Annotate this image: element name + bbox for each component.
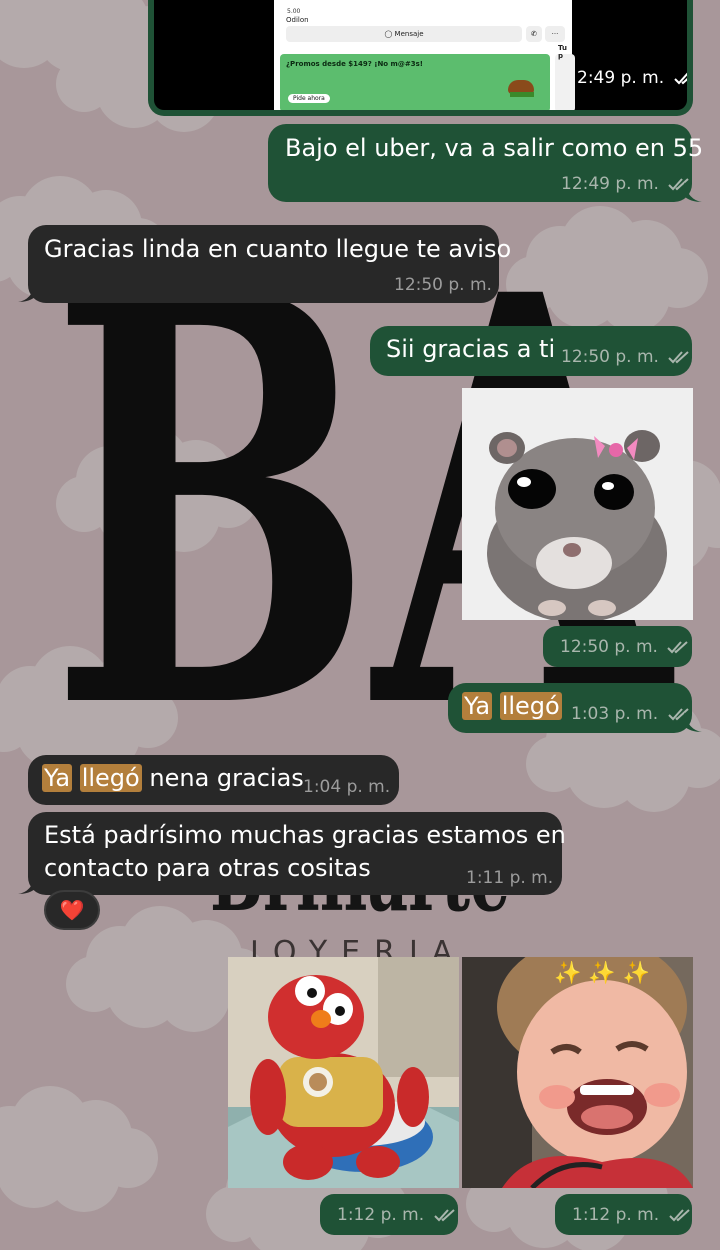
bubble-tail — [18, 282, 36, 302]
message-time: 12:50 p. m. — [560, 637, 658, 657]
message-time: 12:49 p. m. — [561, 174, 659, 194]
message-outgoing-screenshot[interactable]: 5.00 Odilon ◯ Mensaje ✆ ··· ¿Promos desd… — [148, 0, 693, 116]
gif-meta: 1:12 p. m. — [320, 1194, 458, 1235]
gif-meta: 1:12 p. m. — [555, 1194, 692, 1235]
message-time: 1:03 p. m. — [571, 704, 659, 724]
message-text-line2: contacto para otras cositas — [44, 854, 371, 882]
baby-icon — [462, 957, 693, 1188]
sparkles-icon: ✨ ✨ ✨ — [554, 961, 651, 986]
phone-icon-mock: ✆ — [526, 26, 542, 42]
rating-text: 5.00 — [287, 8, 301, 15]
message-text: Gracias linda en cuanto llegue te aviso — [44, 235, 512, 263]
search-highlight: llegó — [79, 764, 142, 792]
bubble-tail — [18, 874, 36, 894]
read-ticks-icon — [668, 351, 690, 364]
message-text-line1: Está padrísimo muchas gracias estamos en — [44, 821, 566, 849]
read-ticks-icon — [673, 72, 687, 85]
read-ticks-icon — [667, 641, 689, 654]
promo-card-cut: Tu p — [558, 44, 567, 60]
message-time: 1:12 p. m. — [572, 1205, 660, 1225]
message-time: 12:50 p. m. — [561, 347, 659, 367]
sticker-hamster[interactable] — [462, 388, 693, 620]
message-incoming[interactable]: Gracias linda en cuanto llegue te aviso … — [28, 225, 511, 303]
screenshot-image[interactable]: 5.00 Odilon ◯ Mensaje ✆ ··· ¿Promos desd… — [154, 0, 687, 110]
more-icon-mock: ··· — [545, 26, 565, 42]
message-button-mock: ◯ Mensaje — [286, 26, 522, 42]
message-text: Ya llegó nena gracias — [42, 764, 304, 792]
elmo-icon — [228, 957, 459, 1188]
message-outgoing[interactable]: Sii gracias a ti 12:50 p. m. — [370, 326, 692, 376]
message-text: Sii gracias a ti — [386, 335, 556, 363]
bubble-tail — [684, 182, 702, 202]
message-text: Ya llegó — [462, 690, 562, 723]
message-time: 12:50 p. m. — [394, 275, 492, 295]
chat-bubble-icon: ◯ — [384, 30, 395, 38]
screenshot-uber-panel: 5.00 Odilon ◯ Mensaje ✆ ··· ¿Promos desd… — [274, 0, 575, 110]
read-ticks-icon — [433, 1209, 455, 1222]
promo-card: ¿Promos desde $149? ¡No m@#3s! Pide ahor… — [280, 54, 550, 110]
message-outgoing[interactable]: Ya llegó 1:03 p. m. — [448, 683, 692, 733]
read-ticks-icon — [668, 1209, 690, 1222]
hamster-icon — [487, 430, 667, 620]
message-text: Bajo el uber, va a salir como en 55 — [285, 134, 704, 162]
message-incoming[interactable]: Está padrísimo muchas gracias estamos en… — [28, 812, 566, 895]
reaction-badge[interactable]: ❤️ — [44, 890, 100, 930]
promo-cta: Pide ahora — [288, 94, 330, 103]
message-meta: 1:03 p. m. — [571, 704, 690, 724]
gif-laughing-baby[interactable]: ✨ ✨ ✨ — [462, 957, 693, 1188]
gif-elmo[interactable] — [228, 957, 459, 1188]
search-highlight: llegó — [499, 692, 562, 720]
search-highlight: Ya — [42, 764, 73, 792]
message-time: 1:04 p. m. — [303, 777, 391, 797]
message-time: 1:12 p. m. — [337, 1205, 425, 1225]
message-time: 1:11 p. m. — [466, 868, 554, 888]
message-meta: 12:49 p. m. — [561, 174, 690, 194]
bubble-tail — [684, 712, 702, 732]
promo-title: ¿Promos desde $149? ¡No m@#3s! — [286, 60, 423, 68]
message-meta: 12:50 p. m. — [561, 347, 690, 367]
message-time: 2:49 p. m. — [577, 68, 665, 88]
message-incoming[interactable]: Ya llegó nena gracias 1:04 p. m. — [28, 755, 399, 805]
heart-icon: ❤️ — [59, 898, 85, 922]
search-highlight: Ya — [462, 692, 493, 720]
sticker-meta: 12:50 p. m. — [543, 626, 692, 667]
author-text: Odilon — [286, 16, 309, 24]
message-outgoing[interactable]: Bajo el uber, va a salir como en 55 12:4… — [268, 124, 703, 202]
message-meta: 2:49 p. m. — [577, 68, 687, 88]
